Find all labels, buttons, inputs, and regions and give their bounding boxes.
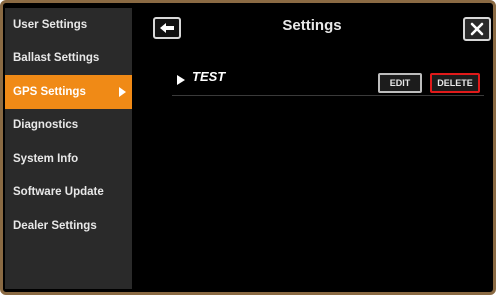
- list-item-name: TEST: [192, 69, 226, 84]
- list-item[interactable]: TEST EDIT DELETE: [172, 63, 484, 96]
- back-arrow-icon: [160, 23, 174, 33]
- sidebar-item-label: User Settings: [13, 18, 88, 31]
- back-button[interactable]: [153, 17, 181, 39]
- close-button[interactable]: [463, 17, 491, 41]
- sidebar-item-label: Dealer Settings: [13, 219, 97, 232]
- device-screen: User Settings Ballast Settings GPS Setti…: [0, 0, 496, 295]
- sidebar-item-label: GPS Settings: [13, 85, 86, 98]
- sidebar-item-gps-settings[interactable]: GPS Settings: [5, 75, 132, 109]
- sidebar-item-software-update[interactable]: Software Update: [5, 176, 132, 210]
- edit-button[interactable]: EDIT: [378, 73, 422, 93]
- delete-button[interactable]: DELETE: [430, 73, 480, 93]
- sidebar-item-label: Ballast Settings: [13, 52, 100, 65]
- sidebar-item-system-info[interactable]: System Info: [5, 142, 132, 176]
- main-panel: Settings TEST EDIT DELETE: [132, 8, 491, 289]
- page-title: Settings: [282, 17, 342, 34]
- close-icon: [470, 22, 484, 36]
- sidebar-item-user-settings[interactable]: User Settings: [5, 8, 132, 42]
- expand-arrow-icon[interactable]: [177, 75, 185, 85]
- sidebar-item-label: Diagnostics: [13, 119, 79, 132]
- sidebar: User Settings Ballast Settings GPS Setti…: [5, 8, 132, 289]
- sidebar-item-dealer-settings[interactable]: Dealer Settings: [5, 209, 132, 243]
- chevron-right-icon: [119, 86, 126, 97]
- sidebar-item-label: Software Update: [13, 186, 104, 199]
- sidebar-item-diagnostics[interactable]: Diagnostics: [5, 109, 132, 143]
- header-bar: Settings: [132, 8, 491, 44]
- sidebar-item-ballast-settings[interactable]: Ballast Settings: [5, 42, 132, 76]
- sidebar-item-label: System Info: [13, 152, 79, 165]
